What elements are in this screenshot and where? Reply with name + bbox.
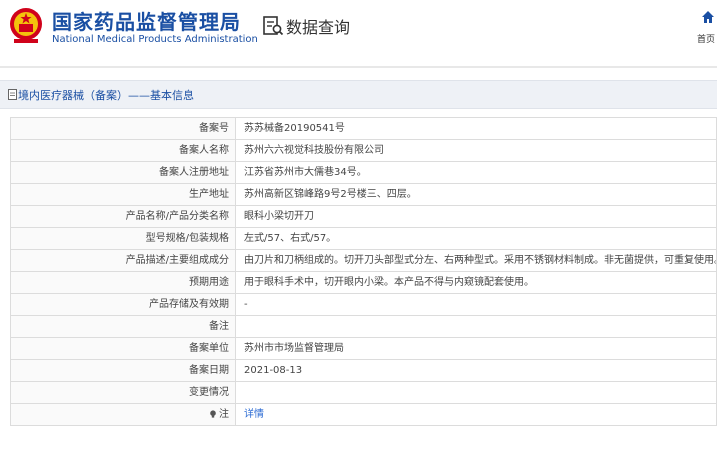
- field-value: 眼科小梁切开刀: [235, 205, 717, 228]
- field-label: 备案人名称: [10, 139, 236, 162]
- site-title: 国家药品监督管理局: [52, 10, 241, 34]
- field-value: 左式/57、右式/57。: [235, 227, 717, 250]
- home-label: 首页: [697, 35, 716, 45]
- table-row-note: 注 详情: [10, 403, 717, 426]
- table-row: 备案号 苏苏械备20190541号: [10, 117, 717, 140]
- table-row: 备案日期 2021-08-13: [10, 359, 717, 382]
- query-page-title: 数据查询: [286, 18, 351, 37]
- record-detail-table: 备案号 苏苏械备20190541号 备案人名称 苏州六六视觉科技股份有限公司 备…: [10, 117, 717, 426]
- field-value: 苏苏械备20190541号: [235, 117, 717, 140]
- field-value: [235, 381, 717, 404]
- field-value: 苏州六六视觉科技股份有限公司: [235, 139, 717, 162]
- header-divider: [0, 66, 717, 68]
- document-icon: [8, 89, 17, 100]
- home-link[interactable]: 首页: [695, 10, 717, 46]
- field-value: [235, 315, 717, 338]
- table-row: 备案单位 苏州市市场监督管理局: [10, 337, 717, 360]
- table-row: 产品描述/主要组成成分 由刀片和刀柄组成的。切开刀头部型式分左、右两种型式。采用…: [10, 249, 717, 272]
- document-search-icon: [263, 16, 284, 36]
- field-value: 由刀片和刀柄组成的。切开刀头部型式分左、右两种型式。采用不锈钢材料制成。非无菌提…: [235, 249, 717, 272]
- breadcrumb: 境内医疗器械（备案）——基本信息: [18, 89, 194, 102]
- field-label: 变更情况: [10, 381, 236, 404]
- details-link[interactable]: 详情: [235, 403, 717, 426]
- national-emblem-icon: [10, 8, 42, 43]
- field-value: 江苏省苏州市大儒巷34号。: [235, 161, 717, 184]
- field-value: 苏州高新区锦峰路9号2号楼三、四层。: [235, 183, 717, 206]
- field-label: 备案单位: [10, 337, 236, 360]
- table-row: 备案人名称 苏州六六视觉科技股份有限公司: [10, 139, 717, 162]
- field-label: 备案人注册地址: [10, 161, 236, 184]
- table-row: 备案人注册地址 江苏省苏州市大儒巷34号。: [10, 161, 717, 184]
- site-header: 国家药品监督管理局 National Medical Products Admi…: [0, 0, 717, 66]
- table-row: 预期用途 用于眼科手术中，切开眼内小梁。本产品不得与内窥镜配套使用。: [10, 271, 717, 294]
- note-label-cell: 注: [10, 403, 236, 426]
- field-value: 2021-08-13: [235, 359, 717, 382]
- field-label: 产品存储及有效期: [10, 293, 236, 316]
- field-label: 产品描述/主要组成成分: [10, 249, 236, 272]
- breadcrumb-bar: 境内医疗器械（备案）——基本信息: [0, 80, 717, 109]
- table-row: 产品名称/产品分类名称 眼科小梁切开刀: [10, 205, 717, 228]
- field-label: 生产地址: [10, 183, 236, 206]
- site-subtitle: National Medical Products Administration: [52, 34, 258, 45]
- field-value: 苏州市市场监督管理局: [235, 337, 717, 360]
- table-row: 产品存储及有效期 -: [10, 293, 717, 316]
- field-value: 用于眼科手术中，切开眼内小梁。本产品不得与内窥镜配套使用。: [235, 271, 717, 294]
- table-row: 变更情况: [10, 381, 717, 404]
- field-label: 预期用途: [10, 271, 236, 294]
- field-value: -: [235, 293, 717, 316]
- table-row: 型号规格/包装规格 左式/57、右式/57。: [10, 227, 717, 250]
- lightbulb-icon: [210, 410, 216, 418]
- field-label: 备案日期: [10, 359, 236, 382]
- field-label: 型号规格/包装规格: [10, 227, 236, 250]
- home-icon: [702, 11, 714, 23]
- table-row: 生产地址 苏州高新区锦峰路9号2号楼三、四层。: [10, 183, 717, 206]
- field-label: 备案号: [10, 117, 236, 140]
- field-label: 备注: [10, 315, 236, 338]
- field-label: 产品名称/产品分类名称: [10, 205, 236, 228]
- table-row: 备注: [10, 315, 717, 338]
- note-label: 注: [219, 409, 229, 420]
